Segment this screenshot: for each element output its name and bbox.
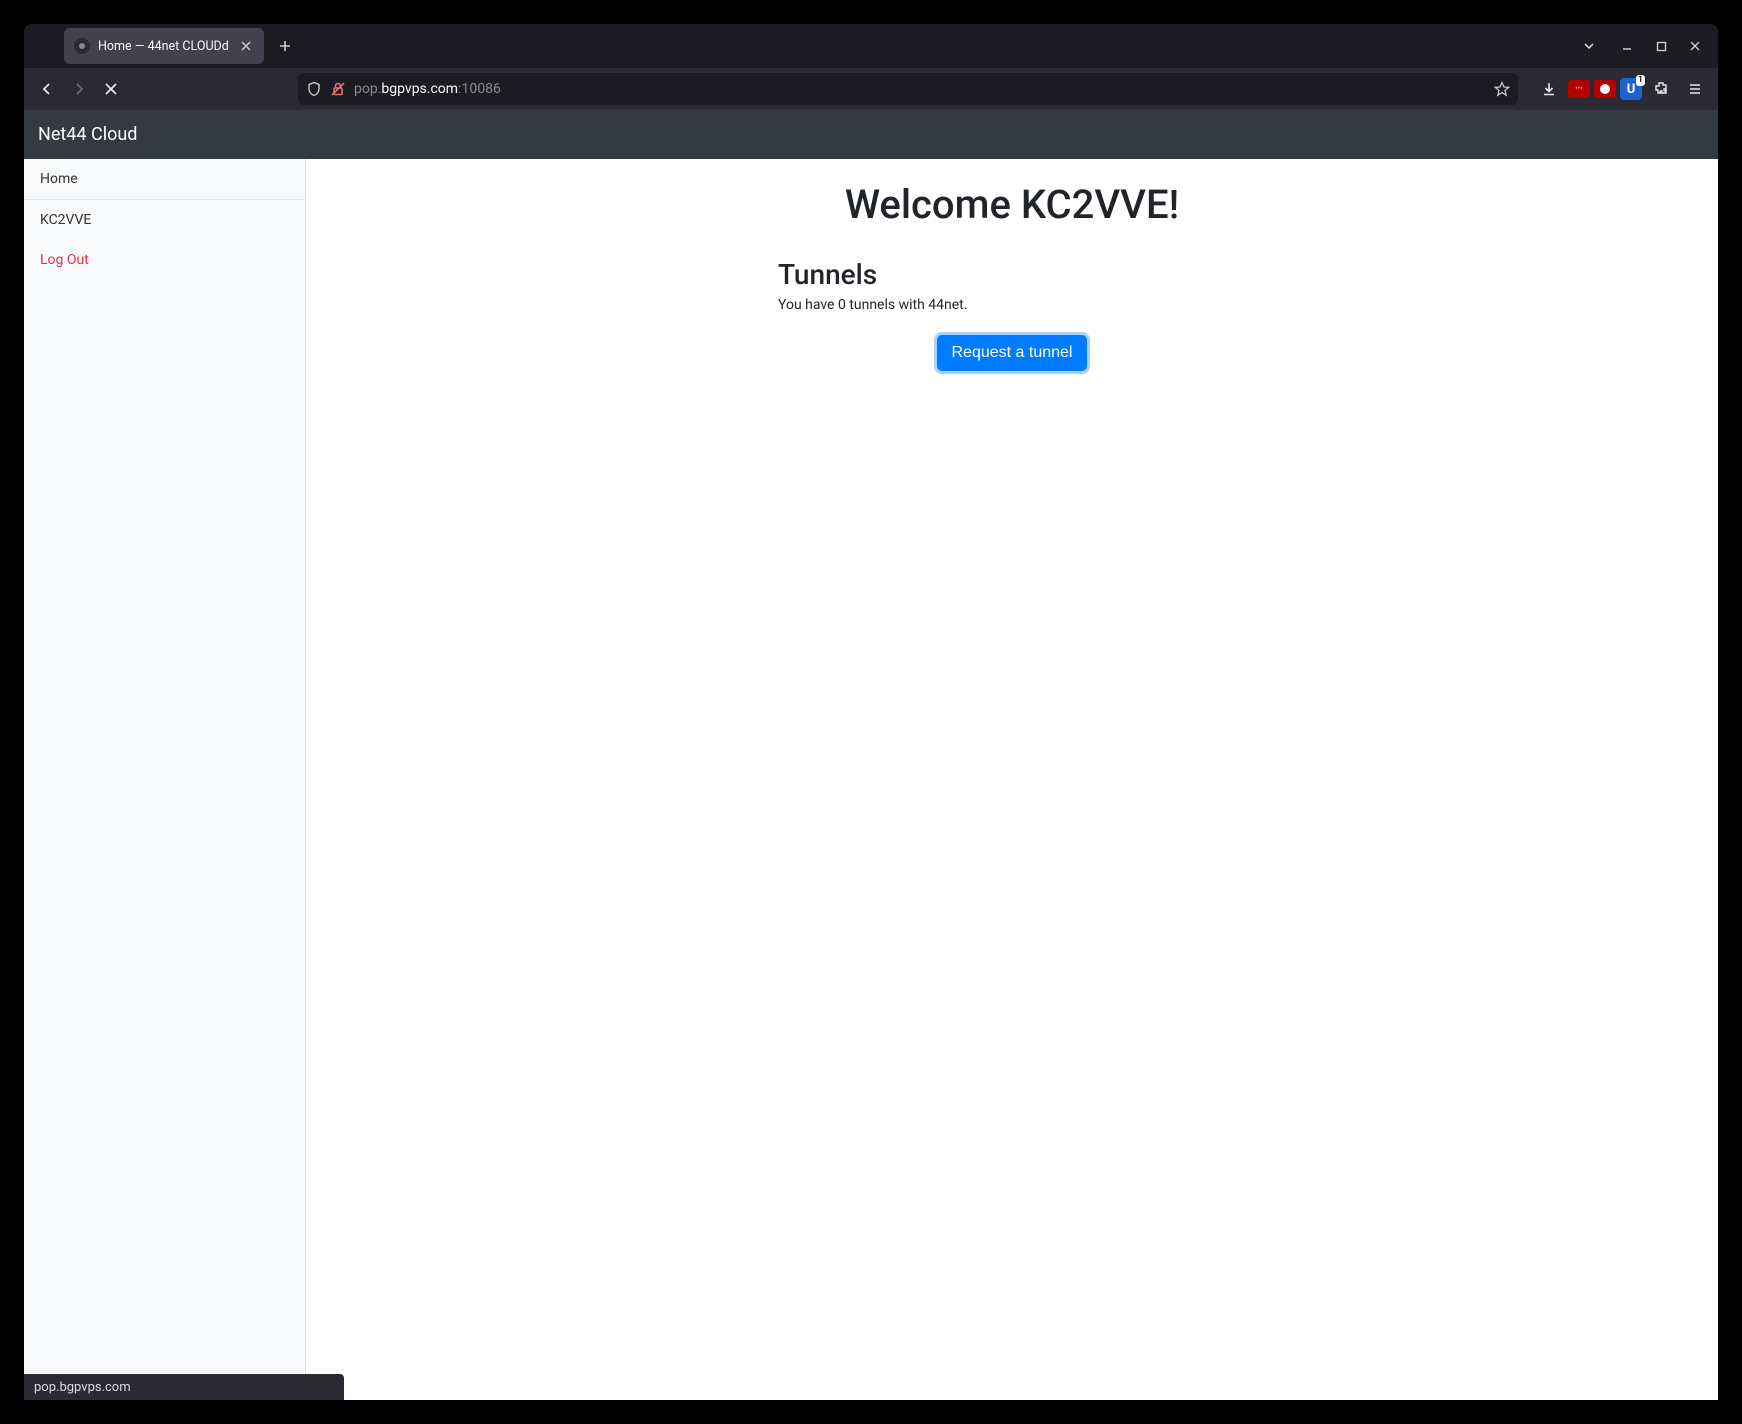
- status-text: pop.bgpvps.com: [34, 1380, 131, 1395]
- url-bar[interactable]: pop.bgpvps.com:10086: [298, 73, 1518, 105]
- back-button[interactable]: [32, 74, 62, 104]
- extension-badge-count: 1: [1636, 75, 1645, 86]
- tab-title: Home — 44net CLOUDd: [98, 39, 230, 54]
- sidebar: Home KC2VVE Log Out: [24, 159, 306, 1400]
- extension-ublock-icon[interactable]: [1594, 80, 1616, 98]
- tunnels-text: You have 0 tunnels with 44net.: [778, 297, 1246, 313]
- insecure-lock-icon[interactable]: [330, 81, 346, 97]
- stop-reload-button[interactable]: [96, 74, 126, 104]
- new-tab-button[interactable]: [270, 31, 300, 61]
- app-brand[interactable]: Net44 Cloud: [38, 124, 137, 145]
- sidebar-item-home[interactable]: Home: [24, 159, 305, 199]
- tunnels-heading: Tunnels: [778, 258, 1246, 291]
- downloads-button[interactable]: [1534, 74, 1564, 104]
- status-bar: pop.bgpvps.com: [24, 1374, 344, 1400]
- tunnels-section: Tunnels You have 0 tunnels with 44net. R…: [762, 258, 1262, 371]
- url-port: :10086: [458, 81, 501, 97]
- app-body: Home KC2VVE Log Out Welcome KC2VVE! Tunn…: [24, 159, 1718, 1400]
- toolbar-right: ··· U1: [1528, 74, 1710, 104]
- minimize-button[interactable]: [1610, 31, 1644, 61]
- page-viewport: Net44 Cloud Home KC2VVE Log Out Welcome …: [24, 110, 1718, 1400]
- browser-tab[interactable]: Home — 44net CLOUDd: [64, 28, 264, 64]
- url-subdomain: pop.: [354, 81, 381, 97]
- favicon-icon: [74, 38, 90, 54]
- request-tunnel-button[interactable]: Request a tunnel: [937, 335, 1088, 371]
- forward-button[interactable]: [64, 74, 94, 104]
- app-menu-button[interactable]: [1680, 74, 1710, 104]
- extension-noscript-icon[interactable]: ···: [1568, 80, 1590, 98]
- sidebar-item-callsign[interactable]: KC2VVE: [24, 200, 305, 240]
- browser-window: Home — 44net CLOUDd: [24, 24, 1718, 1400]
- bookmark-star-icon[interactable]: [1494, 81, 1510, 97]
- window-controls: [1574, 24, 1712, 68]
- extensions-button[interactable]: [1646, 74, 1676, 104]
- tab-close-icon[interactable]: [238, 38, 254, 54]
- page-title: Welcome KC2VVE!: [522, 181, 1502, 228]
- maximize-button[interactable]: [1644, 31, 1678, 61]
- tab-strip: Home — 44net CLOUDd: [24, 24, 1718, 68]
- url-host: bgpvps.com: [381, 81, 458, 97]
- navbar: pop.bgpvps.com:10086 ··· U1: [24, 68, 1718, 110]
- sidebar-item-logout[interactable]: Log Out: [24, 240, 305, 280]
- close-window-button[interactable]: [1678, 31, 1712, 61]
- app-header: Net44 Cloud: [24, 110, 1718, 159]
- extension-umatrix-icon[interactable]: U1: [1620, 78, 1642, 100]
- tab-overflow-button[interactable]: [1574, 31, 1604, 61]
- shield-icon[interactable]: [306, 81, 322, 97]
- main-content: Welcome KC2VVE! Tunnels You have 0 tunne…: [306, 159, 1718, 1400]
- url-text: pop.bgpvps.com:10086: [354, 81, 1486, 97]
